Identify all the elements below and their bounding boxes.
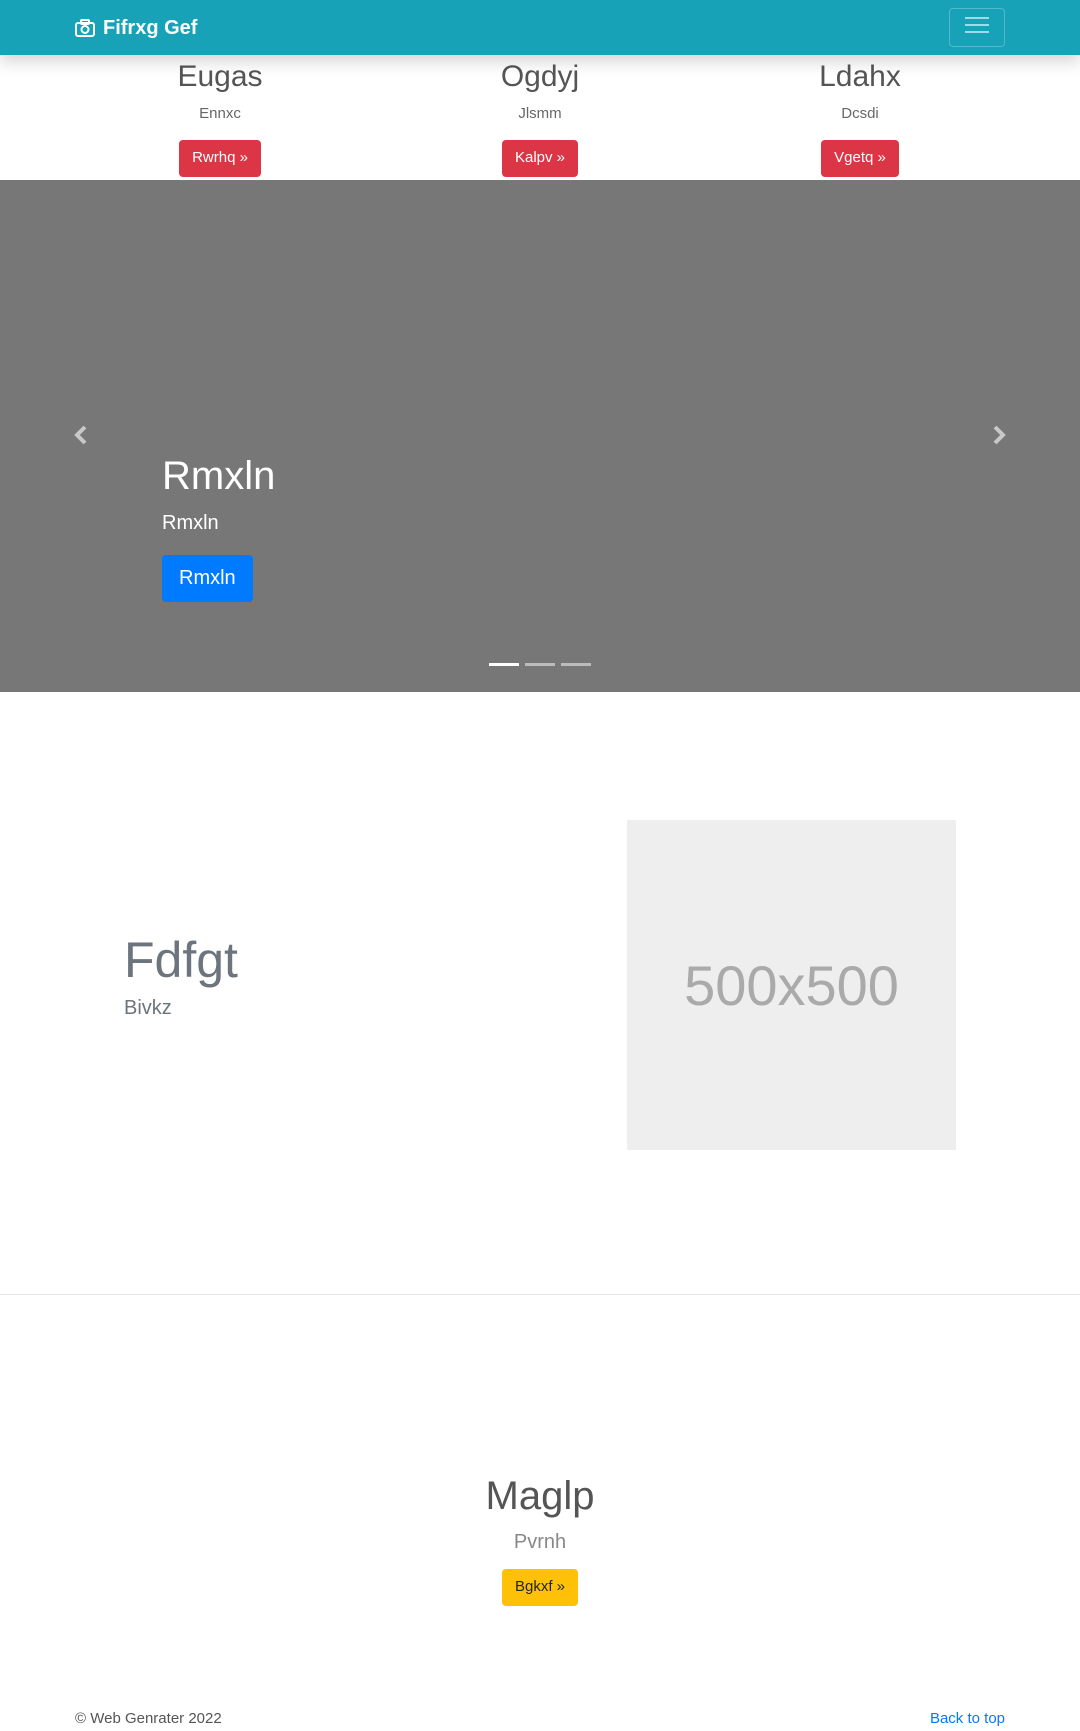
featurette-text: Fdfgt Bivkz: [124, 930, 238, 1020]
center-section: Maglp Pvrnh Bgkxf »: [0, 1470, 1080, 1606]
feature-column: Ldahx Dcsdi Vgetq »: [710, 55, 1010, 177]
features-row: Eugas Ennxc Rwrhq » Ogdyj Jlsmm Kalpv » …: [0, 55, 1080, 180]
brand-name: Fifrxg Gef: [103, 16, 198, 39]
carousel-subtitle: Rmxln: [162, 512, 219, 534]
featurette-lead: Bivkz: [124, 997, 172, 1019]
carousel-title: Rmxln: [162, 454, 276, 498]
feature-button[interactable]: Rwrhq »: [179, 140, 261, 177]
placeholder-label: 500x500: [684, 953, 899, 1017]
feature-title: Ogdyj: [500, 60, 580, 93]
feature-button[interactable]: Vgetq »: [821, 140, 899, 177]
carousel-indicator[interactable]: [525, 663, 555, 666]
navbar: Fifrxg Gef: [0, 0, 1080, 55]
carousel-cta-button[interactable]: Rmxln: [162, 555, 253, 602]
featurette-heading: Fdfgt: [124, 932, 238, 988]
camera-icon: [75, 19, 95, 37]
featurette-divider: [0, 1294, 1080, 1295]
carousel-indicators: [489, 663, 591, 666]
chevron-right-icon: [992, 425, 1006, 450]
feature-column: Eugas Ennxc Rwrhq »: [70, 55, 370, 177]
chevron-left-icon: [74, 425, 88, 450]
feature-column: Ogdyj Jlsmm Kalpv »: [390, 55, 690, 177]
carousel-next-button[interactable]: [987, 425, 1011, 449]
featurette-image-placeholder: 500x500: [627, 820, 956, 1150]
hamburger-menu-icon: [964, 15, 990, 40]
center-button[interactable]: Bgkxf »: [501, 1569, 579, 1606]
feature-button[interactable]: Kalpv »: [501, 140, 579, 177]
feature-text: Jlsmm: [518, 105, 562, 122]
navbar-toggler-button[interactable]: [949, 8, 1005, 47]
carousel-caption: Rmxln Rmxln Rmxln: [162, 452, 275, 602]
center-heading: Maglp: [485, 1474, 595, 1518]
feature-text: Ennxc: [199, 105, 241, 122]
brand-link[interactable]: Fifrxg Gef: [75, 16, 197, 40]
carousel-indicator[interactable]: [561, 663, 591, 666]
center-text: Pvrnh: [513, 1531, 567, 1553]
back-to-top-link[interactable]: Back to top: [930, 1710, 1005, 1728]
feature-text: Dcsdi: [841, 105, 879, 122]
hero-carousel: Rmxln Rmxln Rmxln: [0, 180, 1080, 692]
feature-title: Eugas: [177, 60, 263, 93]
carousel-prev-button[interactable]: [69, 425, 93, 449]
feature-title: Ldahx: [819, 60, 901, 93]
footer-copyright: © Web Genrater 2022: [75, 1710, 222, 1727]
carousel-indicator[interactable]: [489, 663, 519, 666]
